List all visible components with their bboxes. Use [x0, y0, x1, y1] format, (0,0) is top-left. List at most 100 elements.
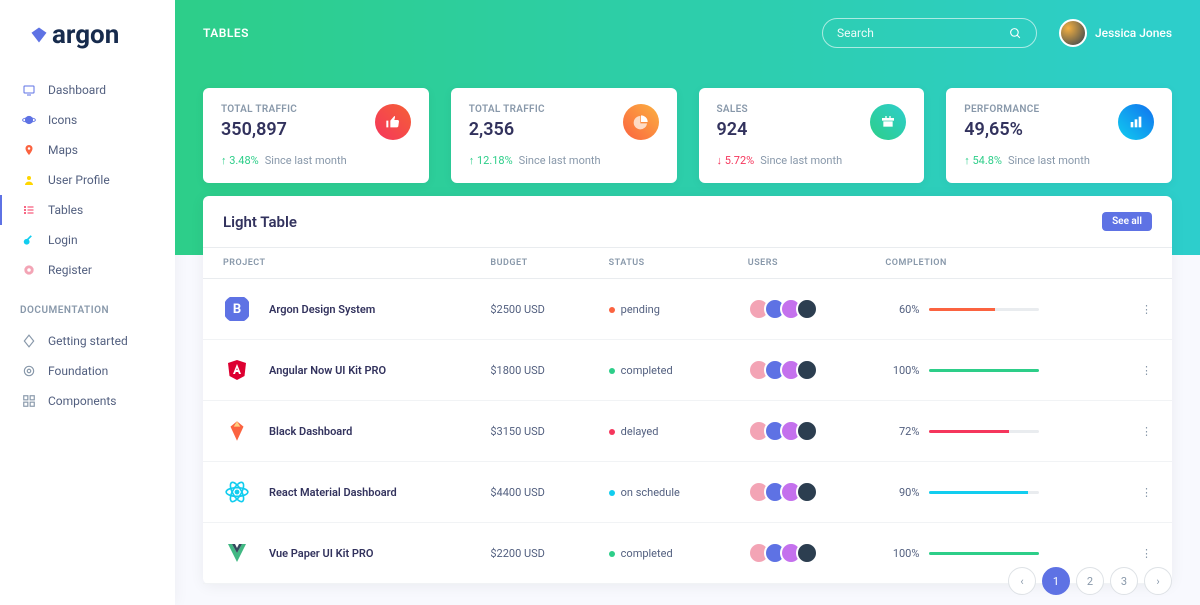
doc-label: Foundation [48, 364, 108, 378]
table-row: Angular Now UI Kit PRO$1800 USDcompleted… [203, 340, 1172, 401]
sidebar-item-login[interactable]: Login [0, 225, 175, 255]
stat-delta: ↑ 12.18% [469, 154, 513, 167]
page-prev[interactable]: ‹ [1008, 567, 1036, 595]
doc-item-foundation[interactable]: Foundation [0, 356, 175, 386]
users-cell [748, 298, 846, 320]
project-name[interactable]: Black Dashboard [269, 425, 352, 438]
status-cell: delayed [589, 401, 728, 462]
status-cell: on schedule [589, 462, 728, 523]
stat-since: Since last month [760, 154, 842, 167]
brand-logo[interactable]: argon [0, 0, 175, 75]
nav-label: Register [48, 263, 92, 277]
completion-cell: 60% [885, 303, 1088, 316]
doc-icon [22, 334, 36, 348]
project-name[interactable]: Vue Paper UI Kit PRO [269, 547, 374, 560]
column-header: STATUS [589, 248, 728, 279]
nav-label: User Profile [48, 173, 110, 187]
user-menu[interactable]: Jessica Jones [1059, 19, 1172, 47]
user-avatar[interactable] [796, 298, 818, 320]
project-logo [223, 478, 251, 506]
avatar [1059, 19, 1087, 47]
table-title: Light Table [223, 213, 297, 231]
column-header: PROJECT [203, 248, 470, 279]
nav-label: Login [48, 233, 78, 247]
sidebar-item-user-profile[interactable]: User Profile [0, 165, 175, 195]
sidebar-item-tables[interactable]: Tables [0, 195, 175, 225]
row-actions[interactable]: ⋮ [1108, 462, 1172, 523]
column-header: COMPLETION [865, 248, 1108, 279]
sidebar-item-register[interactable]: Register [0, 255, 175, 285]
completion-cell: 90% [885, 486, 1088, 499]
stat-label: TOTAL TRAFFIC [221, 104, 297, 115]
light-table-panel: Light Table See all PROJECTBUDGETSTATUSU… [203, 196, 1172, 584]
page-3[interactable]: 3 [1110, 567, 1138, 595]
sidebar-item-maps[interactable]: Maps [0, 135, 175, 165]
stat-delta: ↑ 3.48% [221, 154, 259, 167]
stat-since: Since last month [519, 154, 601, 167]
stat-label: PERFORMANCE [964, 104, 1039, 115]
sidebar-item-dashboard[interactable]: Dashboard [0, 75, 175, 105]
doc-icon [22, 364, 36, 378]
project-name[interactable]: Angular Now UI Kit PRO [269, 364, 386, 377]
page-1[interactable]: 1 [1042, 567, 1070, 595]
stat-card: PERFORMANCE49,65%↑ 54.8%Since last month [946, 88, 1172, 183]
status-cell: completed [589, 523, 728, 584]
user-avatar[interactable] [796, 359, 818, 381]
docs-heading: DOCUMENTATION [0, 285, 175, 326]
search-box[interactable] [822, 18, 1037, 48]
project-name[interactable]: React Material Dashboard [269, 486, 397, 499]
page-2[interactable]: 2 [1076, 567, 1104, 595]
page-title: TABLES [203, 26, 249, 40]
completion-cell: 100% [885, 547, 1088, 560]
stat-value: 924 [717, 119, 748, 140]
stat-value: 49,65% [964, 119, 1039, 140]
users-cell [748, 420, 846, 442]
users-cell [748, 542, 846, 564]
brand-text: argon [52, 20, 119, 50]
budget-cell: $3150 USD [470, 401, 588, 462]
tv-icon [22, 84, 36, 96]
sidebar: argon Dashboard Icons Maps User Profile Tabl… [0, 0, 175, 605]
sidebar-item-icons[interactable]: Icons [0, 105, 175, 135]
table-row: B Argon Design System $2500 USDpending 60% ⋮ [203, 279, 1172, 340]
search-icon [1009, 27, 1022, 40]
table-row: React Material Dashboard $4400 USDon sche… [203, 462, 1172, 523]
status-cell: pending [589, 279, 728, 340]
row-actions[interactable]: ⋮ [1108, 340, 1172, 401]
brand-icon [30, 26, 48, 44]
column-header: BUDGET [470, 248, 588, 279]
doc-item-getting-started[interactable]: Getting started [0, 326, 175, 356]
nav-label: Dashboard [48, 83, 106, 97]
project-logo: B [223, 295, 251, 323]
user-avatar[interactable] [796, 420, 818, 442]
project-logo [223, 417, 251, 445]
stat-icon [1118, 104, 1154, 140]
users-cell [748, 359, 846, 381]
doc-item-components[interactable]: Components [0, 386, 175, 416]
project-logo [223, 356, 251, 384]
completion-cell: 100% [885, 364, 1088, 377]
completion-cell: 72% [885, 425, 1088, 438]
project-name[interactable]: Argon Design System [269, 303, 375, 316]
row-actions[interactable]: ⋮ [1108, 279, 1172, 340]
stat-icon [375, 104, 411, 140]
budget-cell: $4400 USD [470, 462, 588, 523]
status-cell: completed [589, 340, 728, 401]
column-header [1108, 248, 1172, 279]
see-all-button[interactable]: See all [1102, 212, 1152, 231]
search-input[interactable] [837, 26, 1009, 40]
stat-value: 2,356 [469, 119, 545, 140]
nav-label: Maps [48, 143, 78, 157]
page-next[interactable]: › [1144, 567, 1172, 595]
pin-icon [22, 143, 36, 157]
row-actions[interactable]: ⋮ [1108, 401, 1172, 462]
stat-label: TOTAL TRAFFIC [469, 104, 545, 115]
budget-cell: $2200 USD [470, 523, 588, 584]
stat-since: Since last month [265, 154, 347, 167]
budget-cell: $2500 USD [470, 279, 588, 340]
stat-cards: TOTAL TRAFFIC350,897↑ 3.48%Since last mo… [203, 88, 1172, 183]
users-cell [748, 481, 846, 503]
user-avatar[interactable] [796, 481, 818, 503]
stat-delta: ↑ 54.8% [964, 154, 1002, 167]
user-avatar[interactable] [796, 542, 818, 564]
